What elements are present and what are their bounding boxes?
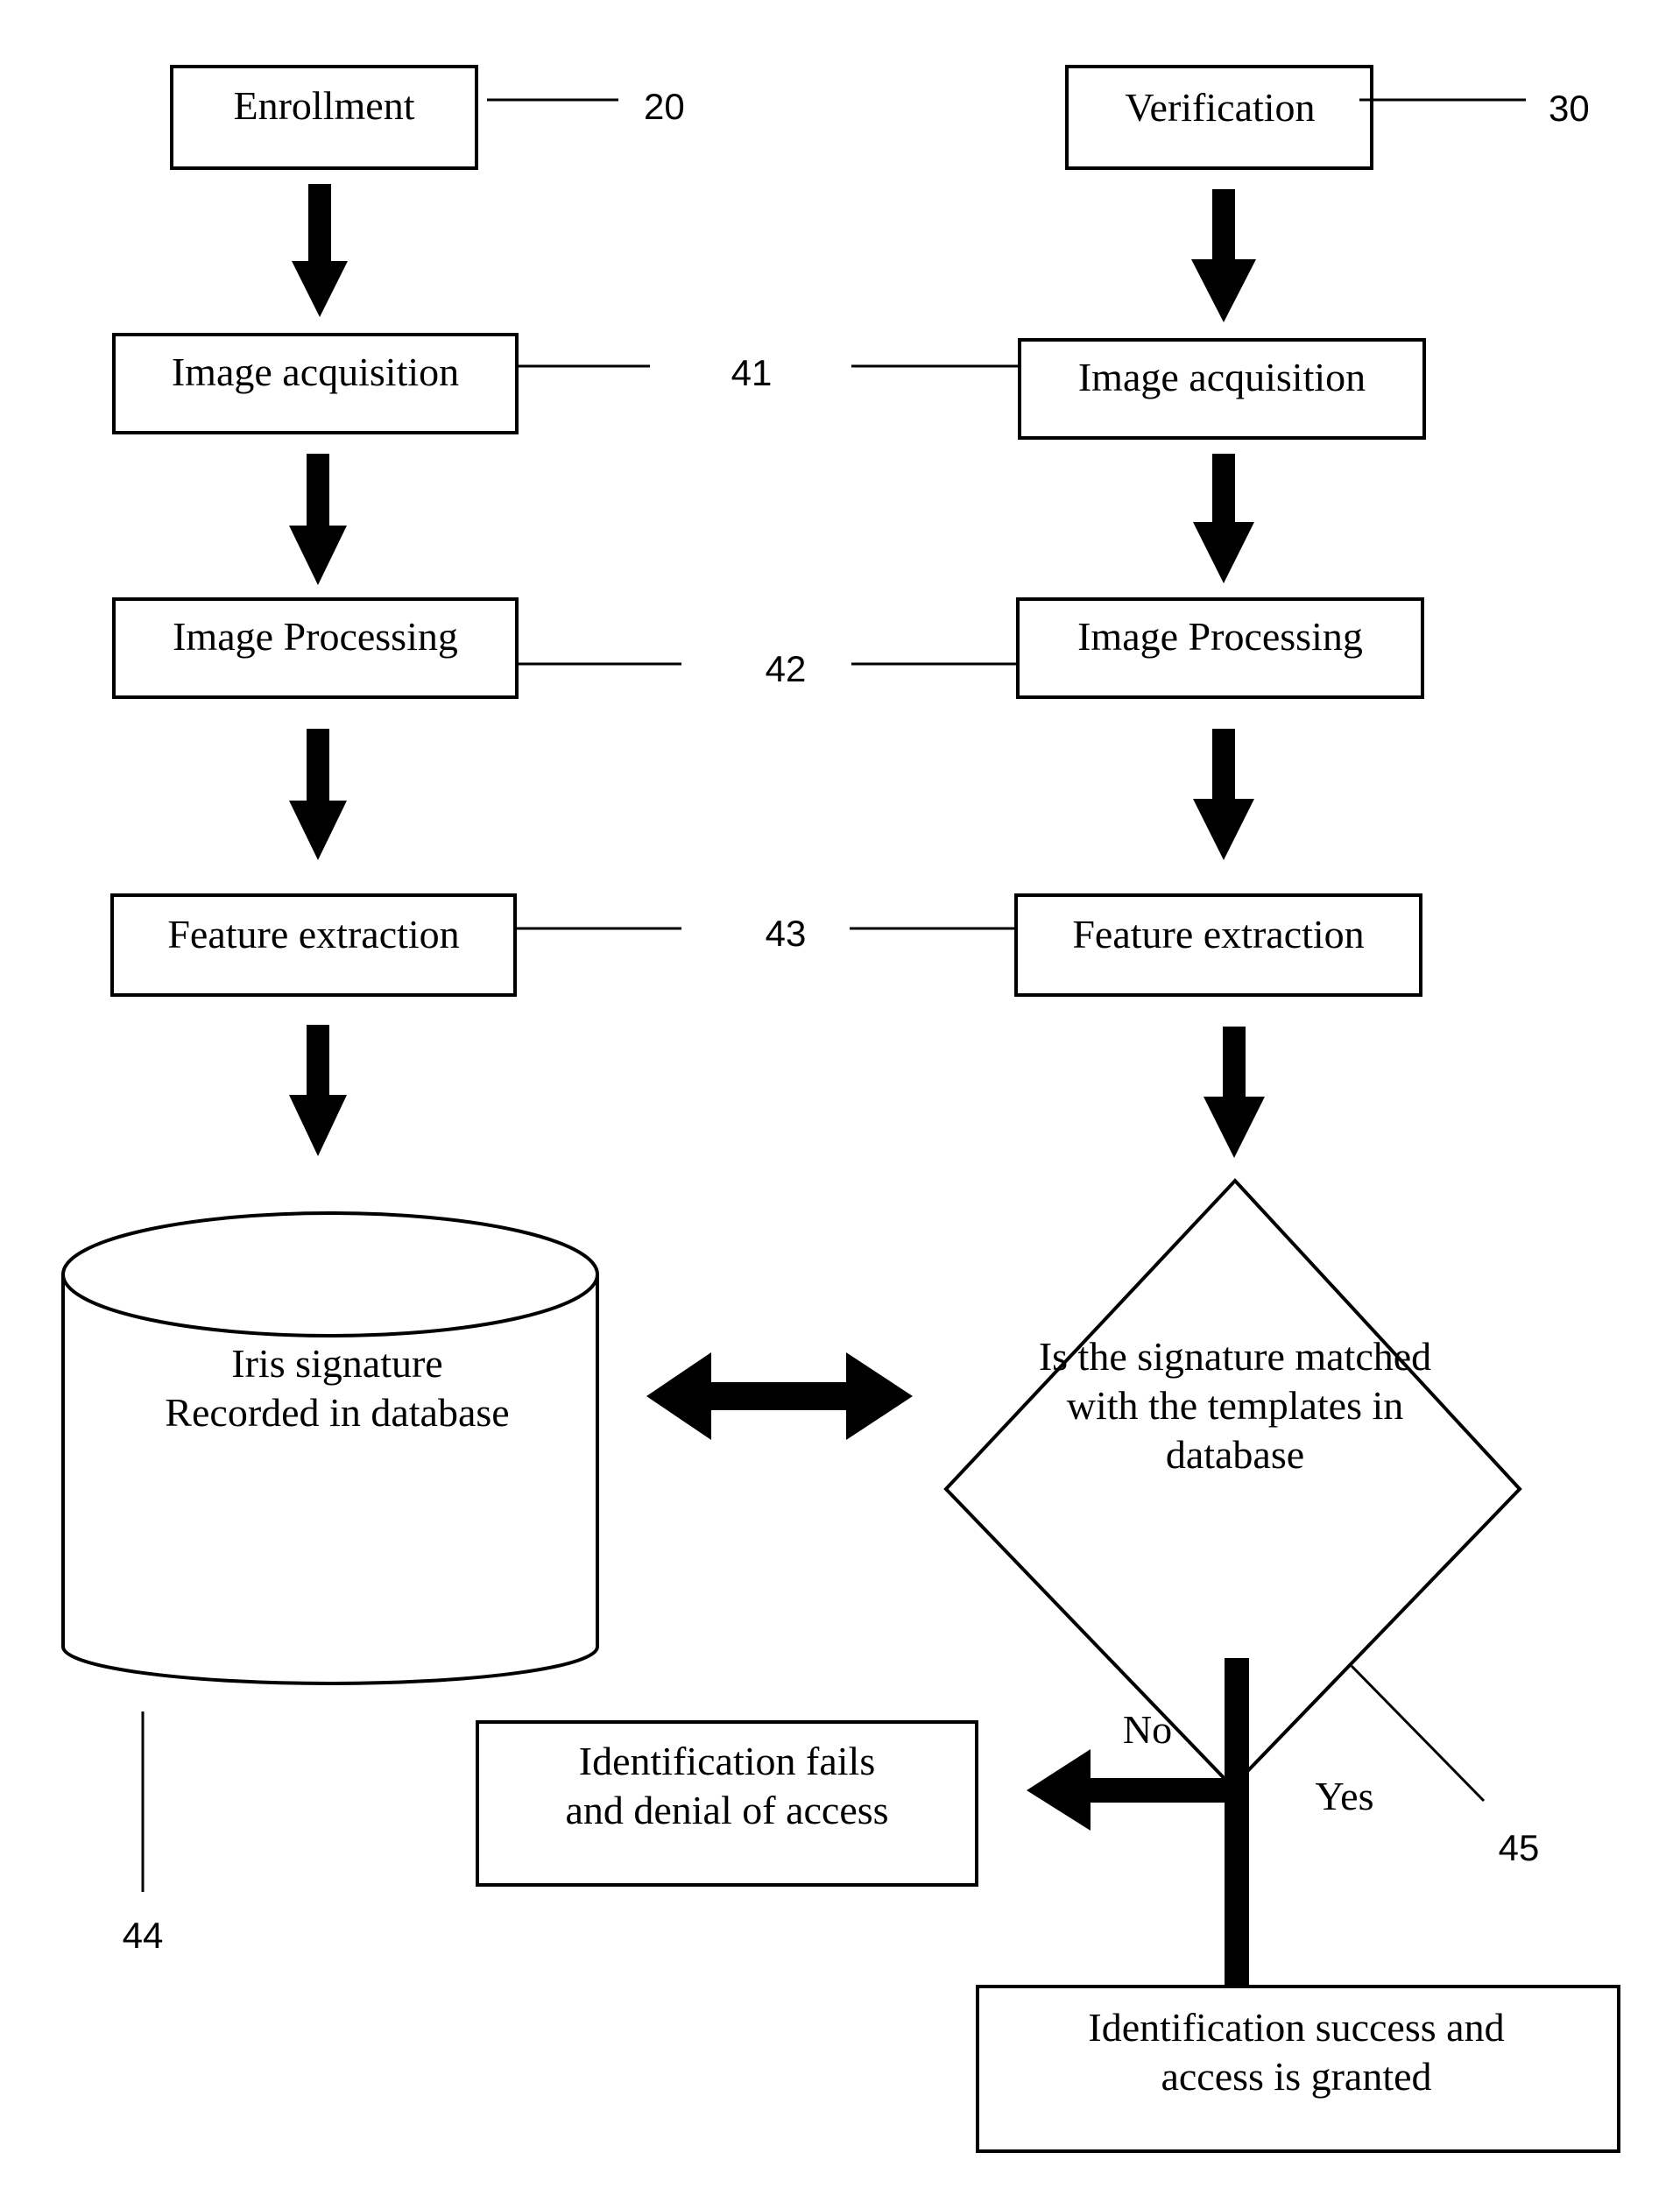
flowchart-canvas: Enrollment 20 Image acquisition Image Pr…: [61, 65, 1620, 2153]
enrollment-header-node: Enrollment: [170, 65, 478, 170]
enrollment-step-label: Image acquisition: [172, 349, 459, 394]
ref-number-20: 20: [644, 86, 685, 127]
enrollment-step-feature-extraction: Feature extraction: [110, 893, 517, 997]
outcome-denied-line-1: Identification fails: [579, 1739, 876, 1783]
arrow-down-icon: [1193, 454, 1254, 583]
decision-label-line-1: Is the signature matched: [1039, 1334, 1431, 1379]
ref-number-43: 43: [766, 913, 807, 954]
verification-step-label: Image Processing: [1077, 614, 1363, 659]
database-label-line-2: Recorded in database: [165, 1390, 509, 1435]
arrow-down-icon: [1204, 1027, 1265, 1158]
ref-number-42: 42: [766, 648, 807, 689]
verification-step-image-acquisition: Image acquisition: [1018, 338, 1426, 440]
enrollment-step-label: Feature extraction: [167, 912, 459, 956]
verification-step-image-processing: Image Processing: [1016, 597, 1424, 699]
arrow-down-icon: [289, 729, 347, 860]
database-cylinder: Iris signature Recorded in database: [61, 1211, 599, 1685]
verification-label: Verification: [1125, 85, 1315, 130]
branch-no-label: No: [1123, 1707, 1172, 1752]
decision-label-line-3: database: [1166, 1432, 1304, 1477]
enrollment-step-image-processing: Image Processing: [112, 597, 519, 699]
verification-step-label: Image acquisition: [1078, 355, 1366, 399]
ref-number-30: 30: [1549, 88, 1590, 129]
outcome-denied-line-2: and denial of access: [565, 1788, 888, 1832]
enrollment-label: Enrollment: [234, 83, 415, 128]
verification-step-label: Feature extraction: [1072, 912, 1364, 956]
decision-label-line-2: with the templates in: [1067, 1383, 1404, 1428]
bidirectional-arrow-icon: [646, 1352, 913, 1440]
arrow-down-icon: [289, 454, 347, 585]
outcome-granted-node: Identification success and access is gra…: [976, 1985, 1620, 2153]
database-label-line-1: Iris signature: [231, 1341, 442, 1386]
outcome-granted-line-2: access is granted: [1161, 2054, 1431, 2099]
arrow-down-icon: [1193, 729, 1254, 860]
outcome-granted-line-1: Identification success and: [1088, 2005, 1504, 2050]
outcome-denied-node: Identification fails and denial of acces…: [476, 1720, 978, 1887]
arrow-down-icon: [292, 184, 348, 317]
no-arrow-left-icon: [1027, 1749, 1237, 1831]
verification-header-node: Verification: [1065, 65, 1373, 170]
ref-number-41: 41: [731, 352, 773, 393]
enrollment-step-label: Image Processing: [173, 614, 458, 659]
branch-stem: [1225, 1658, 1249, 2019]
arrow-down-icon: [289, 1025, 347, 1156]
arrow-down-icon: [1191, 189, 1256, 322]
ref-number-45: 45: [1499, 1827, 1540, 1868]
verification-step-feature-extraction: Feature extraction: [1014, 893, 1422, 997]
database-top: [61, 1211, 599, 1337]
branch-yes-label: Yes: [1316, 1774, 1374, 1818]
enrollment-step-image-acquisition: Image acquisition: [112, 333, 519, 434]
ref-number-44: 44: [123, 1915, 164, 1956]
